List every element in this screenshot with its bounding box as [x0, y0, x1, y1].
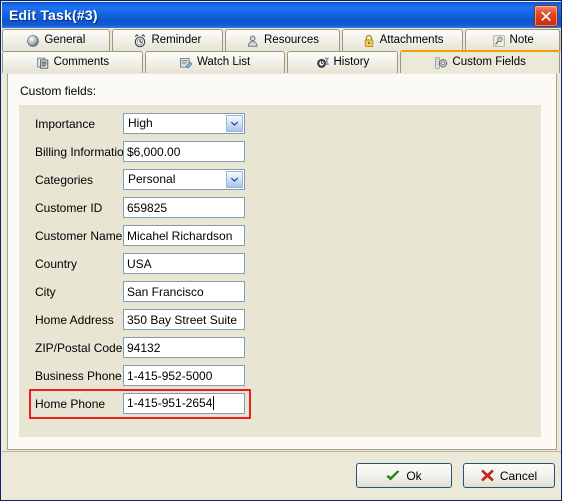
billing-information-input[interactable] — [123, 141, 245, 162]
home-phone-value: 1-415-951-2654 — [127, 396, 213, 410]
tab-label: Note — [509, 33, 534, 46]
tab-general[interactable]: General — [2, 29, 110, 51]
tab-label: General — [44, 33, 86, 46]
ok-label: Ok — [406, 468, 422, 483]
field-label: Importance — [35, 117, 96, 131]
field-row-billing-information: Billing Information — [19, 141, 541, 165]
tab-reminder[interactable]: Reminder — [111, 29, 224, 51]
field-label: Home Address — [35, 313, 114, 327]
cancel-button[interactable]: Cancel — [463, 463, 555, 488]
tab-row-2: Comments Watch List History Custom Field… — [2, 50, 561, 74]
edit-task-dialog: Edit Task(#3) General Reminder Resources… — [0, 0, 562, 501]
ok-button[interactable]: Ok — [356, 463, 452, 488]
field-label: Customer Name — [35, 229, 123, 243]
tab-watch-list[interactable]: Watch List — [144, 51, 285, 73]
field-label: Country — [35, 257, 78, 271]
tab-label: Comments — [53, 55, 110, 68]
business-phone-input[interactable] — [123, 365, 245, 386]
zip-postal-code-input[interactable] — [123, 337, 245, 358]
country-input[interactable] — [123, 253, 245, 274]
field-row-customer-name: Customer Name — [19, 225, 541, 249]
custom-fields-panel: Custom fields: Importance High Billing I… — [7, 73, 557, 450]
tab-label: Custom Fields — [452, 55, 526, 68]
comment-lines-icon — [36, 57, 48, 69]
home-phone-input[interactable]: 1-415-951-2654 — [123, 393, 245, 414]
field-row-home-phone: Home Phone 1-415-951-2654 — [19, 389, 541, 419]
tab-comments[interactable]: Comments — [2, 51, 143, 73]
field-row-zip-postal-code: ZIP/Postal Code — [19, 337, 541, 361]
field-label: Billing Information — [35, 145, 131, 159]
tab-custom-fields[interactable]: Custom Fields — [400, 50, 560, 73]
customer-id-input[interactable] — [123, 197, 245, 218]
field-row-country: Country — [19, 253, 541, 277]
field-label: ZIP/Postal Code — [35, 341, 123, 355]
watch-list-icon — [179, 57, 193, 68]
dialog-footer: Ok Cancel — [2, 451, 561, 500]
alarm-clock-icon — [135, 33, 146, 47]
chevron-down-icon[interactable] — [226, 115, 243, 132]
tab-label: Reminder — [151, 33, 202, 46]
hourglass-icon — [316, 57, 329, 68]
tab-attachments[interactable]: Attachments — [341, 29, 464, 51]
categories-select[interactable]: Personal — [123, 169, 245, 190]
field-row-customer-id: Customer ID — [19, 197, 541, 221]
gear-fields-icon — [435, 56, 448, 69]
tab-label: Watch List — [196, 55, 251, 68]
field-row-city: City — [19, 281, 541, 305]
red-x-icon — [481, 469, 494, 482]
field-row-importance: Importance High — [19, 113, 541, 137]
titlebar: Edit Task(#3) — [2, 2, 561, 28]
tab-note[interactable]: Note — [465, 29, 560, 51]
field-label: Customer ID — [35, 201, 103, 215]
section-label: Custom fields: — [20, 84, 97, 98]
tabstrip: General Reminder Resources Attachments N… — [2, 28, 561, 74]
tab-history[interactable]: History — [286, 51, 399, 73]
person-icon — [247, 35, 258, 47]
city-input[interactable] — [123, 281, 245, 302]
home-address-input[interactable] — [123, 309, 245, 330]
field-row-categories: Categories Personal — [19, 169, 541, 193]
tab-label: Attachments — [379, 33, 444, 46]
importance-value: High — [128, 116, 153, 130]
tab-resources[interactable]: Resources — [225, 29, 340, 51]
padlock-icon — [364, 34, 373, 47]
tab-label: History — [333, 55, 370, 68]
text-caret — [213, 396, 215, 410]
importance-select[interactable]: High — [123, 113, 245, 134]
customer-name-input[interactable] — [123, 225, 245, 246]
field-label: Home Phone — [35, 397, 106, 411]
categories-value: Personal — [128, 172, 176, 186]
green-check-icon — [386, 470, 400, 480]
cancel-label: Cancel — [499, 468, 538, 483]
field-label: Business Phone — [35, 369, 122, 383]
field-row-home-address: Home Address — [19, 309, 541, 333]
tab-label: Resources — [264, 33, 319, 46]
field-label: City — [35, 285, 56, 299]
field-row-business-phone: Business Phone — [19, 365, 541, 389]
tab-row-1: General Reminder Resources Attachments N… — [2, 29, 561, 52]
field-label: Categories — [35, 173, 94, 187]
chevron-down-icon[interactable] — [226, 171, 243, 188]
sphere-icon — [27, 34, 40, 47]
fields-container: Importance High Billing Information Cate — [19, 105, 541, 437]
pushpin-note-icon — [492, 34, 505, 47]
window-title: Edit Task(#3) — [9, 7, 98, 23]
close-icon[interactable] — [534, 5, 558, 27]
